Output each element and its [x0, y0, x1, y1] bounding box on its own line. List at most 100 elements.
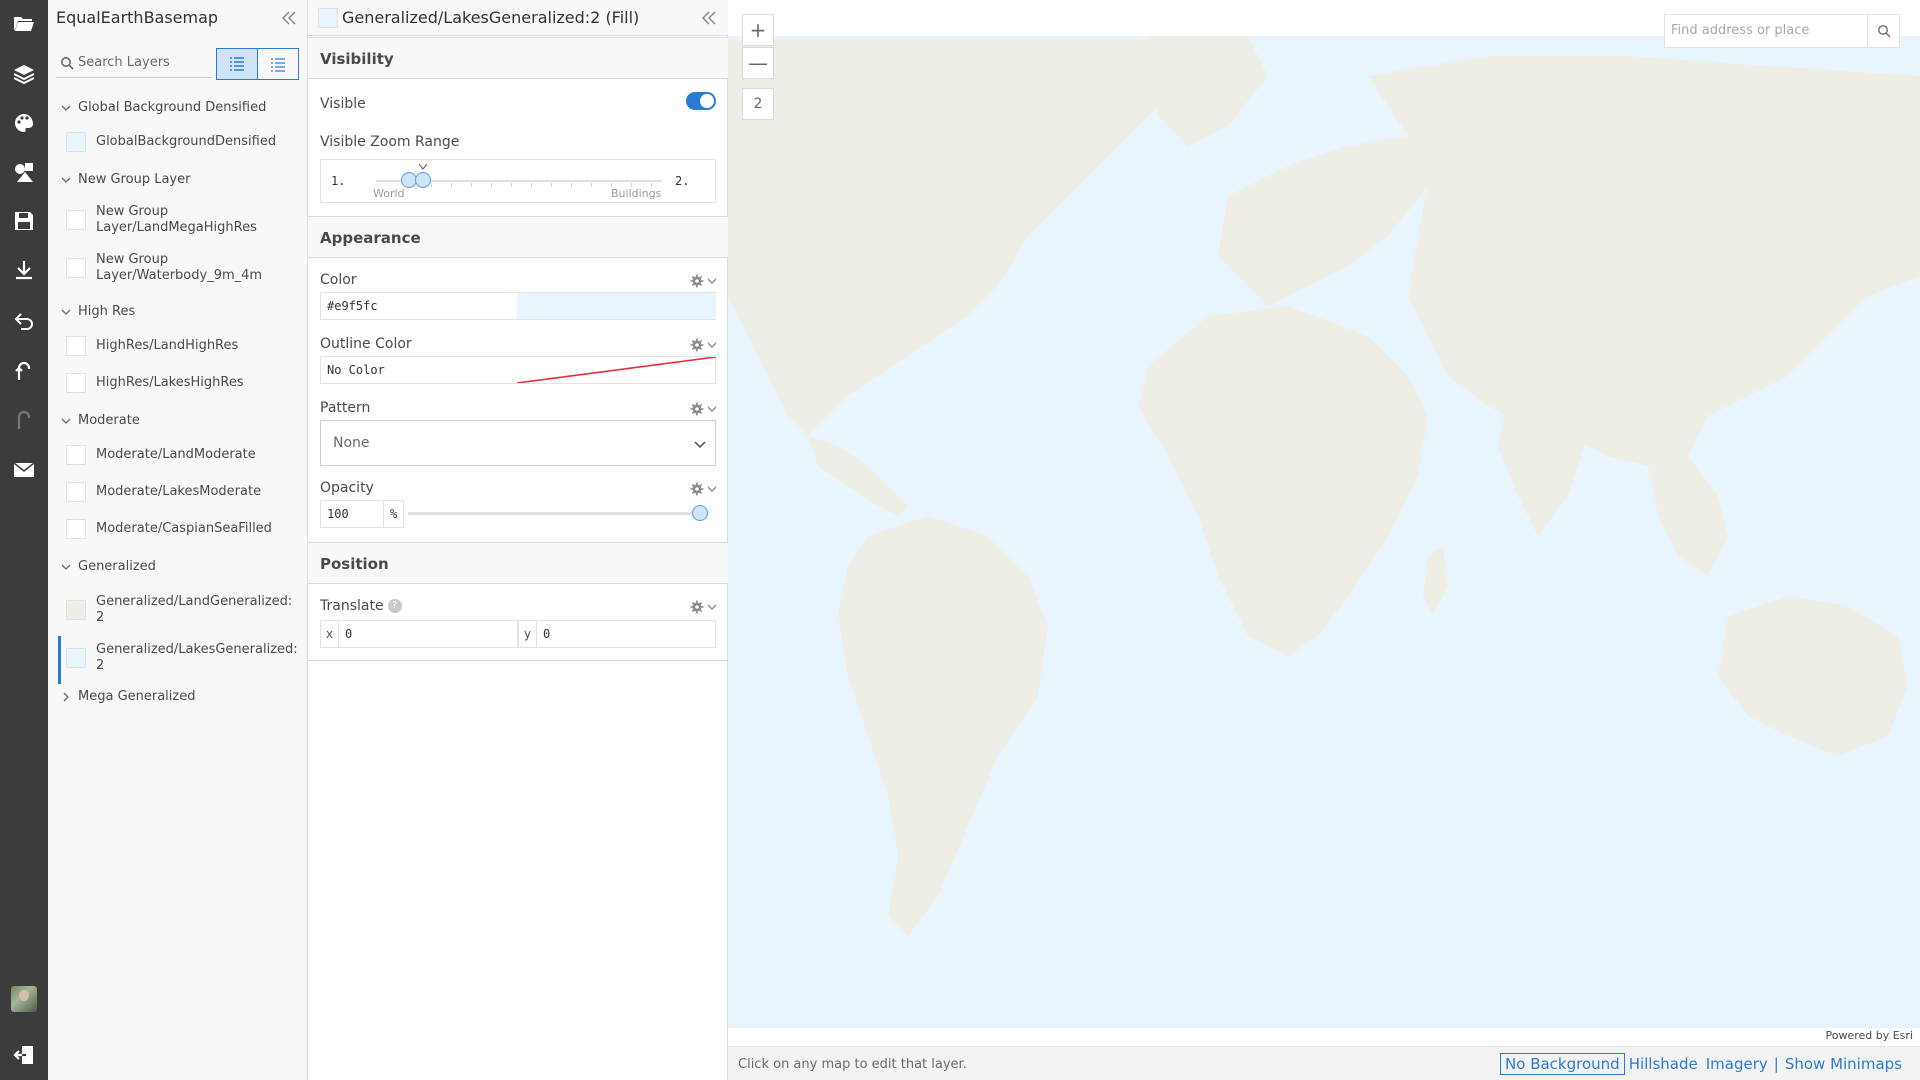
- geocoder-search-button[interactable]: [1867, 15, 1899, 47]
- zoom-max-value[interactable]: 2.: [675, 174, 689, 188]
- zoom-in-button[interactable]: +: [742, 14, 774, 46]
- layer-group-generalized[interactable]: Generalized: [60, 559, 156, 574]
- hillshade-link[interactable]: Hillshade: [1625, 1054, 1702, 1074]
- translate-x-input[interactable]: 0: [345, 627, 352, 641]
- layer-item[interactable]: HighRes/LakesHighRes: [58, 373, 298, 393]
- gear-dropdown-icon[interactable]: [690, 600, 720, 614]
- translate-x-field[interactable]: x 0: [320, 620, 518, 648]
- opacity-input[interactable]: 100 %: [320, 500, 404, 528]
- collapse-panel-icon[interactable]: [280, 10, 298, 26]
- chevron-down-icon: [61, 177, 71, 183]
- layer-item[interactable]: Moderate/LandModerate: [58, 445, 298, 465]
- layer-swatch: [66, 445, 86, 465]
- paint-palette-icon[interactable]: [0, 101, 48, 145]
- map-status-bar: Click on any map to edit that layer. No …: [728, 1046, 1920, 1080]
- layer-name: HighRes/LakesHighRes: [96, 375, 244, 390]
- layer-group-new-group-layer[interactable]: New Group Layer: [60, 172, 190, 187]
- layer-group-global-background[interactable]: Global Background Densified: [60, 100, 266, 115]
- chevron-down-icon: [61, 105, 71, 111]
- zoom-min-value[interactable]: 1.: [331, 174, 345, 188]
- collapse-panel-icon[interactable]: [700, 10, 718, 26]
- no-color-swatch[interactable]: [517, 357, 716, 383]
- layer-item[interactable]: HighRes/LandHighRes: [58, 336, 298, 356]
- opacity-slider-handle[interactable]: [692, 505, 708, 521]
- folder-icon[interactable]: [0, 1, 48, 45]
- gear-dropdown-icon[interactable]: [690, 402, 720, 416]
- show-minimaps-link[interactable]: Show Minimaps: [1781, 1054, 1906, 1074]
- layer-search-box: [56, 48, 212, 78]
- color-swatch-preview[interactable]: [517, 293, 716, 319]
- gear-dropdown-icon[interactable]: [690, 482, 720, 496]
- compact-list-view-button[interactable]: [257, 48, 299, 80]
- zoom-tick: [551, 183, 552, 187]
- pattern-label: Pattern: [320, 400, 371, 416]
- layer-swatch: [66, 336, 86, 356]
- redo-icon[interactable]: [0, 398, 48, 442]
- app-toolbar-rail: [0, 0, 48, 1080]
- avatar[interactable]: [11, 986, 37, 1012]
- gear-dropdown-icon[interactable]: [690, 274, 720, 288]
- opacity-slider-track[interactable]: [408, 512, 700, 515]
- chevron-down-icon: [61, 309, 71, 315]
- layer-group-mega-generalized[interactable]: Mega Generalized: [60, 689, 195, 704]
- geocoder: [1664, 14, 1900, 48]
- zoom-level-indicator: 2: [742, 88, 774, 120]
- pattern-select[interactable]: None: [320, 420, 716, 466]
- x-axis-label: x: [321, 621, 339, 647]
- layer-name: GlobalBackgroundDensified: [96, 134, 277, 149]
- color-label: Color: [320, 272, 357, 288]
- zoom-max-handle[interactable]: [415, 172, 431, 188]
- outline-color-field[interactable]: No Color: [320, 356, 716, 384]
- find-address-input[interactable]: [1671, 23, 1861, 38]
- color-field[interactable]: #e9f5fc: [320, 292, 716, 320]
- layer-item[interactable]: Moderate/CaspianSeaFilled: [58, 519, 298, 539]
- layer-name: Generalized/LandGeneralized: 2: [96, 594, 293, 625]
- world-map[interactable]: [728, 36, 1920, 1028]
- layer-item[interactable]: New Group Layer/Waterbody_9m_4m: [58, 252, 298, 284]
- layer-group-high-res[interactable]: High Res: [60, 304, 135, 319]
- translate-y-input[interactable]: 0: [543, 627, 550, 641]
- layer-item[interactable]: GlobalBackgroundDensified: [58, 132, 298, 152]
- map-attribution[interactable]: Powered by Esri: [1822, 1028, 1916, 1043]
- map-view[interactable]: + — 2 Powered by Esri Click on any map t…: [728, 0, 1920, 1080]
- save-icon[interactable]: [0, 199, 48, 243]
- layers-icon[interactable]: [0, 52, 48, 96]
- layer-swatch: [66, 258, 86, 278]
- layer-group-moderate[interactable]: Moderate: [60, 413, 140, 428]
- zoom-out-button[interactable]: —: [742, 47, 774, 79]
- layer-item[interactable]: Generalized/LandGeneralized: 2: [58, 594, 298, 626]
- layer-swatch: [66, 648, 86, 668]
- layer-swatch: [66, 482, 86, 502]
- zoom-tick: [451, 183, 452, 187]
- outline-color-input[interactable]: No Color: [327, 363, 385, 377]
- undo-icon[interactable]: [0, 298, 48, 342]
- search-layers-input[interactable]: [78, 55, 208, 70]
- zoom-tick: [491, 183, 492, 187]
- layer-item[interactable]: New Group Layer/LandMegaHighRes: [58, 204, 298, 236]
- zoom-tick: [431, 183, 432, 187]
- visible-toggle[interactable]: [686, 92, 716, 110]
- gear-dropdown-icon[interactable]: [690, 338, 720, 352]
- no-background-link[interactable]: No Background: [1500, 1053, 1625, 1075]
- imagery-link[interactable]: Imagery: [1702, 1054, 1772, 1074]
- layer-item[interactable]: Moderate/LakesModerate: [58, 482, 298, 502]
- sign-out-icon[interactable]: [0, 1033, 48, 1077]
- mail-icon[interactable]: [0, 448, 48, 492]
- y-axis-label: y: [519, 621, 537, 647]
- help-icon[interactable]: ?: [387, 599, 402, 613]
- group-label: New Group Layer: [78, 172, 191, 187]
- list-view-button[interactable]: [216, 48, 258, 80]
- layer-item-selected[interactable]: Generalized/LakesGeneralized: 2: [58, 636, 298, 684]
- translate-label: Translate?: [320, 598, 402, 614]
- download-icon[interactable]: [0, 248, 48, 292]
- search-icon: [1877, 25, 1890, 38]
- link-separator: |: [1773, 1055, 1779, 1073]
- return-icon[interactable]: [0, 349, 48, 393]
- opacity-value[interactable]: 100: [327, 507, 349, 521]
- layer-name: Moderate/LakesModerate: [96, 484, 262, 499]
- translate-y-field[interactable]: y 0: [518, 620, 716, 648]
- zoom-range-slider: 1. World Buildings 2.: [320, 159, 716, 203]
- shapes-icon[interactable]: [0, 150, 48, 194]
- color-hex-input[interactable]: #e9f5fc: [327, 299, 378, 313]
- chevron-down-icon: [61, 418, 71, 424]
